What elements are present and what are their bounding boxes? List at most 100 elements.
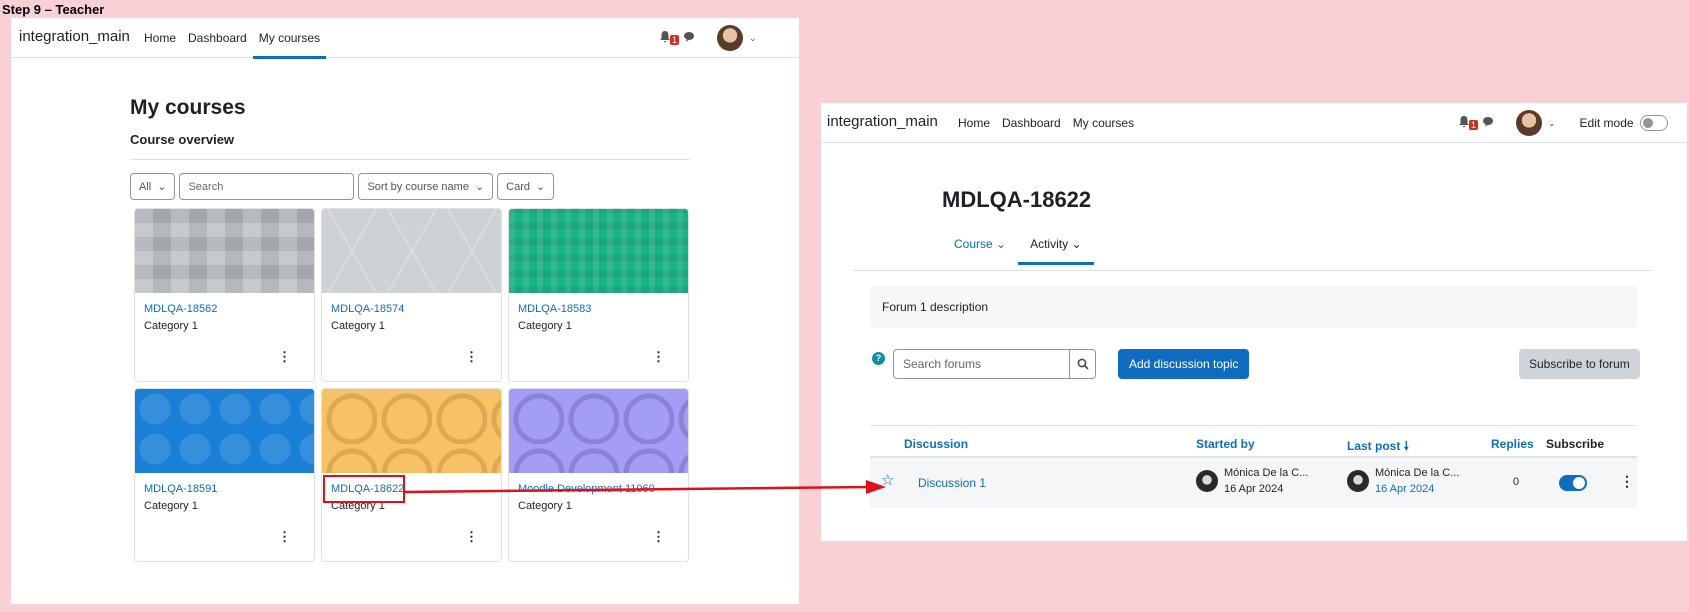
messages-chat-icon[interactable] [683, 31, 695, 45]
user-controls: 1 ⌄ Edit mode [1458, 103, 1668, 143]
user-avatar[interactable] [717, 25, 743, 51]
forum-description: Forum 1 description [870, 286, 1637, 328]
course-name-link[interactable]: MDLQA-18562 [144, 303, 217, 315]
course-card[interactable]: Moodle Development 11060 Category 1 ⋮ [508, 388, 689, 562]
last-poster-avatar [1347, 470, 1369, 492]
chat-bubble-icon [1483, 117, 1493, 127]
course-name-link[interactable]: Moodle Development 11060 [518, 483, 655, 495]
chevron-down-icon: ⌄ [996, 237, 1007, 251]
help-question-icon[interactable]: ? [872, 352, 885, 365]
author-name: Mónica De la C... [1224, 467, 1309, 479]
user-avatar[interactable] [1516, 110, 1542, 136]
course-name-link[interactable]: MDLQA-18591 [144, 483, 217, 495]
course-search-input[interactable]: Search [179, 173, 355, 200]
primary-navigation: Home Dashboard My courses [138, 18, 327, 59]
tab-activity[interactable]: Activity ⌄ [1018, 229, 1094, 265]
sort-select[interactable]: Sort by course name ⌄ [358, 173, 494, 200]
course-image[interactable] [322, 209, 501, 293]
discussion-link[interactable]: Discussion 1 [918, 476, 986, 490]
messages-chat-icon[interactable] [1482, 116, 1494, 130]
nav-my-courses[interactable]: My courses [1067, 103, 1140, 143]
notification-count-badge: 1 [1468, 120, 1478, 130]
tab-course[interactable]: Course ⌄ [942, 229, 1018, 259]
forum-window: integration_main Home Dashboard My cours… [821, 103, 1687, 541]
subscribe-toggle[interactable] [1559, 475, 1587, 491]
course-image[interactable] [322, 389, 501, 473]
course-actions-kebab-icon[interactable]: ⋮ [652, 529, 665, 545]
header-subscribe: Subscribe [1546, 437, 1605, 451]
forum-search: Search forums [893, 349, 1096, 379]
user-menu-chevron-down-icon[interactable]: ⌄ [749, 33, 757, 44]
chat-bubble-icon [684, 32, 694, 42]
user-menu-chevron-down-icon[interactable]: ⌄ [1548, 118, 1556, 129]
primary-navigation: Home Dashboard My courses [952, 103, 1140, 143]
course-card[interactable]: MDLQA-18583 Category 1 ⋮ [508, 208, 689, 382]
favourite-star-icon[interactable]: ☆ [881, 471, 894, 489]
secondary-nav-divider [853, 270, 1653, 271]
course-category: Category 1 [331, 320, 385, 332]
header-started-by[interactable]: Started by [1196, 437, 1255, 451]
secondary-navigation: Course ⌄ Activity ⌄ [942, 229, 1094, 265]
chevron-down-icon: ⌄ [157, 181, 167, 193]
top-navbar: integration_main Home Dashboard My cours… [11, 18, 799, 59]
course-category: Category 1 [144, 500, 198, 512]
site-brand[interactable]: integration_main [827, 113, 938, 130]
last-post-date-link[interactable]: 16 Apr 2024 [1375, 483, 1434, 495]
nav-my-courses[interactable]: My courses [252, 18, 327, 59]
course-card[interactable]: MDLQA-18562 Category 1 ⋮ [134, 208, 315, 382]
course-name-link[interactable]: MDLQA-18574 [331, 303, 404, 315]
grouping-select[interactable]: All ⌄ [130, 173, 176, 200]
step-label: Step 9 – Teacher [2, 2, 105, 17]
chevron-down-icon: ⌄ [1071, 237, 1082, 251]
notifications-bell-icon[interactable]: 1 [1458, 115, 1478, 131]
course-actions-kebab-icon[interactable]: ⋮ [465, 529, 478, 545]
course-image[interactable] [509, 389, 688, 473]
course-actions-kebab-icon[interactable]: ⋮ [278, 529, 291, 545]
header-last-post[interactable]: Last post 🠗 [1347, 437, 1409, 458]
search-icon [1077, 358, 1089, 370]
course-card[interactable]: MDLQA-18574 Category 1 ⋮ [321, 208, 502, 382]
tab-course-label: Course [954, 237, 993, 251]
row-actions-kebab-icon[interactable]: ⋮ [1620, 473, 1634, 490]
course-category: Category 1 [518, 320, 572, 332]
nav-home[interactable]: Home [952, 103, 996, 143]
table-row: ☆ Discussion 1 Mónica De la C... 16 Apr … [870, 458, 1637, 508]
edit-mode-toggle[interactable] [1639, 115, 1668, 131]
nav-dashboard[interactable]: Dashboard [182, 18, 253, 58]
edit-mode-label: Edit mode [1579, 116, 1634, 130]
last-poster-name: Mónica De la C... [1375, 467, 1460, 479]
section-subtitle: Course overview [130, 132, 235, 147]
course-name-link[interactable]: MDLQA-18583 [518, 303, 591, 315]
annotation-highlight-box [323, 475, 405, 503]
course-actions-kebab-icon[interactable]: ⋮ [652, 349, 665, 365]
section-divider [130, 159, 690, 160]
course-category: Category 1 [518, 500, 572, 512]
course-card[interactable]: MDLQA-18591 Category 1 ⋮ [134, 388, 315, 562]
header-replies[interactable]: Replies [1491, 437, 1534, 451]
site-brand[interactable]: integration_main [19, 28, 130, 45]
sort-select-value: Sort by course name [367, 180, 469, 193]
forum-search-input[interactable]: Search forums [894, 350, 1069, 378]
course-actions-kebab-icon[interactable]: ⋮ [465, 349, 478, 365]
view-select[interactable]: Card ⌄ [497, 173, 555, 200]
chevron-down-icon: ⌄ [536, 181, 546, 193]
replies-count: 0 [1513, 476, 1520, 488]
course-image[interactable] [509, 209, 688, 293]
course-actions-kebab-icon[interactable]: ⋮ [278, 349, 291, 365]
nav-dashboard[interactable]: Dashboard [996, 103, 1067, 143]
add-discussion-topic-button[interactable]: Add discussion topic [1118, 349, 1250, 379]
course-image[interactable] [135, 209, 314, 293]
search-button[interactable] [1069, 350, 1095, 378]
chevron-down-icon: ⌄ [474, 181, 485, 193]
course-category: Category 1 [144, 320, 198, 332]
subscribe-to-forum-button[interactable]: Subscribe to forum [1519, 349, 1640, 379]
page-title: My courses [130, 96, 246, 119]
notifications-bell-icon[interactable]: 1 [659, 30, 679, 46]
top-navbar: integration_main Home Dashboard My cours… [821, 103, 1687, 143]
course-image[interactable] [135, 389, 314, 473]
user-controls: 1 ⌄ [659, 18, 757, 58]
header-discussion[interactable]: Discussion [904, 437, 968, 451]
sort-arrow-down-icon: 🠗 [1403, 439, 1409, 453]
nav-home[interactable]: Home [138, 18, 182, 58]
notification-count-badge: 1 [669, 35, 679, 45]
